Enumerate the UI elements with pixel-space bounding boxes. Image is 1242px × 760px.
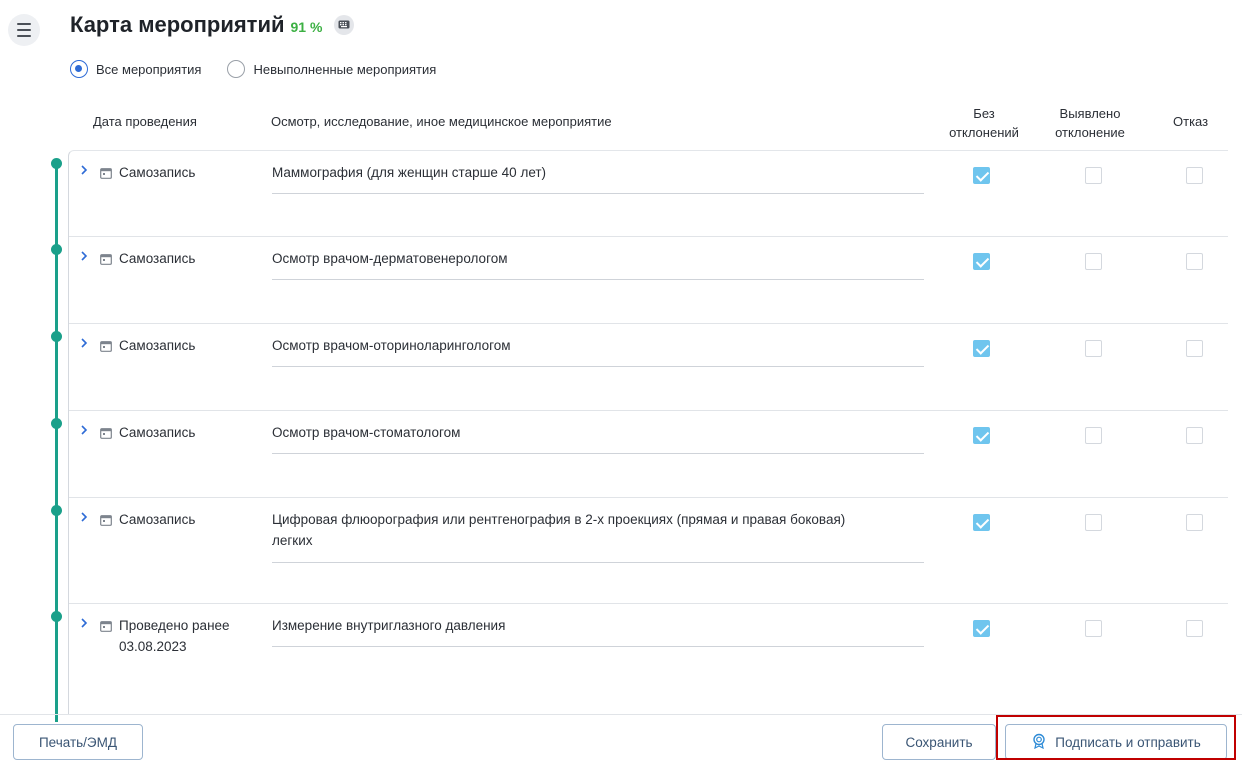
event-underline	[272, 279, 924, 280]
no-deviation-checkbox[interactable]	[973, 620, 990, 637]
calendar-icon	[100, 166, 112, 184]
filter-incomplete-label: Невыполненные мероприятия	[253, 61, 437, 77]
no-deviation-checkbox[interactable]	[973, 340, 990, 357]
event-name-line1: Измерение внутриглазного давления	[272, 618, 506, 633]
filter-incomplete-radio[interactable]: Невыполненные мероприятия	[227, 60, 436, 78]
refusal-checkbox[interactable]	[1186, 427, 1203, 444]
print-emd-button[interactable]: Печать/ЭМД	[13, 724, 143, 760]
progress-percent: 91 %	[290, 19, 323, 35]
event-date: Самозапись	[119, 162, 195, 183]
radio-checked-icon[interactable]	[70, 60, 88, 78]
refusal-checkbox[interactable]	[1186, 620, 1203, 637]
event-name-line2: легких	[272, 533, 313, 548]
refusal-checkbox[interactable]	[1186, 167, 1203, 184]
event-date-line1: Самозапись	[119, 251, 196, 266]
refusal-checkbox[interactable]	[1186, 514, 1203, 531]
timeline-dot	[51, 158, 62, 169]
calendar-icon	[100, 426, 112, 444]
column-header-event: Осмотр, исследование, иное медицинское м…	[271, 114, 612, 129]
event-underline	[272, 453, 924, 454]
expand-chevron-icon[interactable]	[80, 616, 90, 630]
event-underline	[272, 646, 924, 647]
event-date-line1: Самозапись	[119, 165, 196, 180]
deviation-checkbox[interactable]	[1085, 253, 1102, 270]
deviation-checkbox[interactable]	[1085, 514, 1102, 531]
deviation-checkbox[interactable]	[1085, 620, 1102, 637]
calendar-icon	[100, 252, 112, 270]
column-header-deviation-line2: отклонение	[1055, 125, 1125, 140]
deviation-checkbox[interactable]	[1085, 340, 1102, 357]
event-name-line1: Осмотр врачом-дерматовенерологом	[272, 251, 508, 266]
column-header-no-deviation-line1: Без	[973, 106, 995, 121]
hamburger-menu-icon[interactable]	[8, 14, 40, 46]
page-title: Карта мероприятий	[70, 12, 285, 37]
expand-chevron-icon[interactable]	[80, 249, 90, 263]
timeline-dot	[51, 418, 62, 429]
calendar-icon	[100, 513, 112, 531]
timeline-dot	[51, 611, 62, 622]
timeline-dot	[51, 505, 62, 516]
filter-all-radio[interactable]: Все мероприятия	[70, 60, 201, 78]
keyboard-icon[interactable]	[334, 14, 355, 35]
calendar-icon	[100, 619, 112, 637]
event-name: Осмотр врачом-оториноларингологом	[272, 335, 922, 356]
column-header-date: Дата проведения	[93, 114, 197, 129]
event-date: Самозапись	[119, 248, 195, 269]
expand-chevron-icon[interactable]	[80, 423, 90, 437]
filter-radio-group: Все мероприятия Невыполненные мероприяти…	[70, 60, 436, 78]
column-header-deviation: Выявлено отклонение	[1046, 104, 1134, 142]
radio-unchecked-icon[interactable]	[227, 60, 246, 78]
event-name-line1: Маммография (для женщин старше 40 лет)	[272, 165, 547, 180]
no-deviation-checkbox[interactable]	[973, 167, 990, 184]
event-row: Самозапись Осмотр врачом-стоматологом	[69, 411, 1228, 498]
filter-all-label: Все мероприятия	[96, 61, 202, 77]
event-row: Самозапись Маммография (для женщин старше…	[69, 151, 1228, 237]
event-name: Осмотр врачом-стоматологом	[272, 422, 922, 443]
event-row: Самозапись Цифровая флюорография или рент…	[69, 498, 1228, 604]
event-date: Самозапись	[119, 509, 195, 530]
refusal-checkbox[interactable]	[1186, 340, 1203, 357]
events-list: Самозапись Маммография (для женщин старше…	[68, 150, 1228, 714]
column-header-refusal: Отказ	[1173, 114, 1209, 129]
no-deviation-checkbox[interactable]	[973, 514, 990, 531]
page-header: Карта мероприятий 91 %	[70, 12, 355, 38]
event-row: Самозапись Осмотр врачом-дерматовенеролог…	[69, 237, 1228, 324]
timeline-dot	[51, 244, 62, 255]
no-deviation-checkbox[interactable]	[973, 427, 990, 444]
event-date-line1: Самозапись	[119, 512, 196, 527]
calendar-icon	[100, 339, 112, 357]
column-header-deviation-line1: Выявлено	[1059, 106, 1121, 121]
expand-chevron-icon[interactable]	[80, 510, 90, 524]
event-name: Осмотр врачом-дерматовенерологом	[272, 248, 922, 269]
deviation-checkbox[interactable]	[1085, 167, 1102, 184]
event-row: Проведено ранее 03.08.2023 Измерение внутр…	[69, 604, 1228, 714]
save-button[interactable]: Сохранить	[882, 724, 996, 760]
column-header-no-deviation-line2: отклонений	[949, 125, 1019, 140]
deviation-checkbox[interactable]	[1085, 427, 1102, 444]
event-row: Самозапись Осмотр врачом-оториноларинголо…	[69, 324, 1228, 411]
column-header-no-deviation: Без отклонений	[944, 104, 1024, 142]
event-underline	[272, 562, 924, 563]
event-date: Самозапись	[119, 335, 195, 356]
event-date-line1: Самозапись	[119, 425, 196, 440]
expand-chevron-icon[interactable]	[80, 163, 90, 177]
event-date-line1: Самозапись	[119, 338, 196, 353]
event-date-line1: Проведено ранее	[119, 618, 230, 633]
event-name: Маммография (для женщин старше 40 лет)	[272, 162, 922, 183]
refusal-checkbox[interactable]	[1186, 253, 1203, 270]
event-name-line1: Осмотр врачом-стоматологом	[272, 425, 461, 440]
event-date-line2: 03.08.2023	[119, 639, 187, 654]
event-name-line1: Цифровая флюорография или рентгенография…	[272, 512, 846, 527]
highlight-frame	[996, 715, 1236, 760]
event-name: Измерение внутриглазного давления	[272, 615, 922, 636]
event-name-line1: Осмотр врачом-оториноларингологом	[272, 338, 511, 353]
event-date: Проведено ранее 03.08.2023	[119, 615, 230, 657]
timeline-dot	[51, 331, 62, 342]
event-underline	[272, 193, 924, 194]
expand-chevron-icon[interactable]	[80, 336, 90, 350]
event-date: Самозапись	[119, 422, 195, 443]
no-deviation-checkbox[interactable]	[973, 253, 990, 270]
event-underline	[272, 366, 924, 367]
event-name: Цифровая флюорография или рентгенография…	[272, 509, 922, 551]
